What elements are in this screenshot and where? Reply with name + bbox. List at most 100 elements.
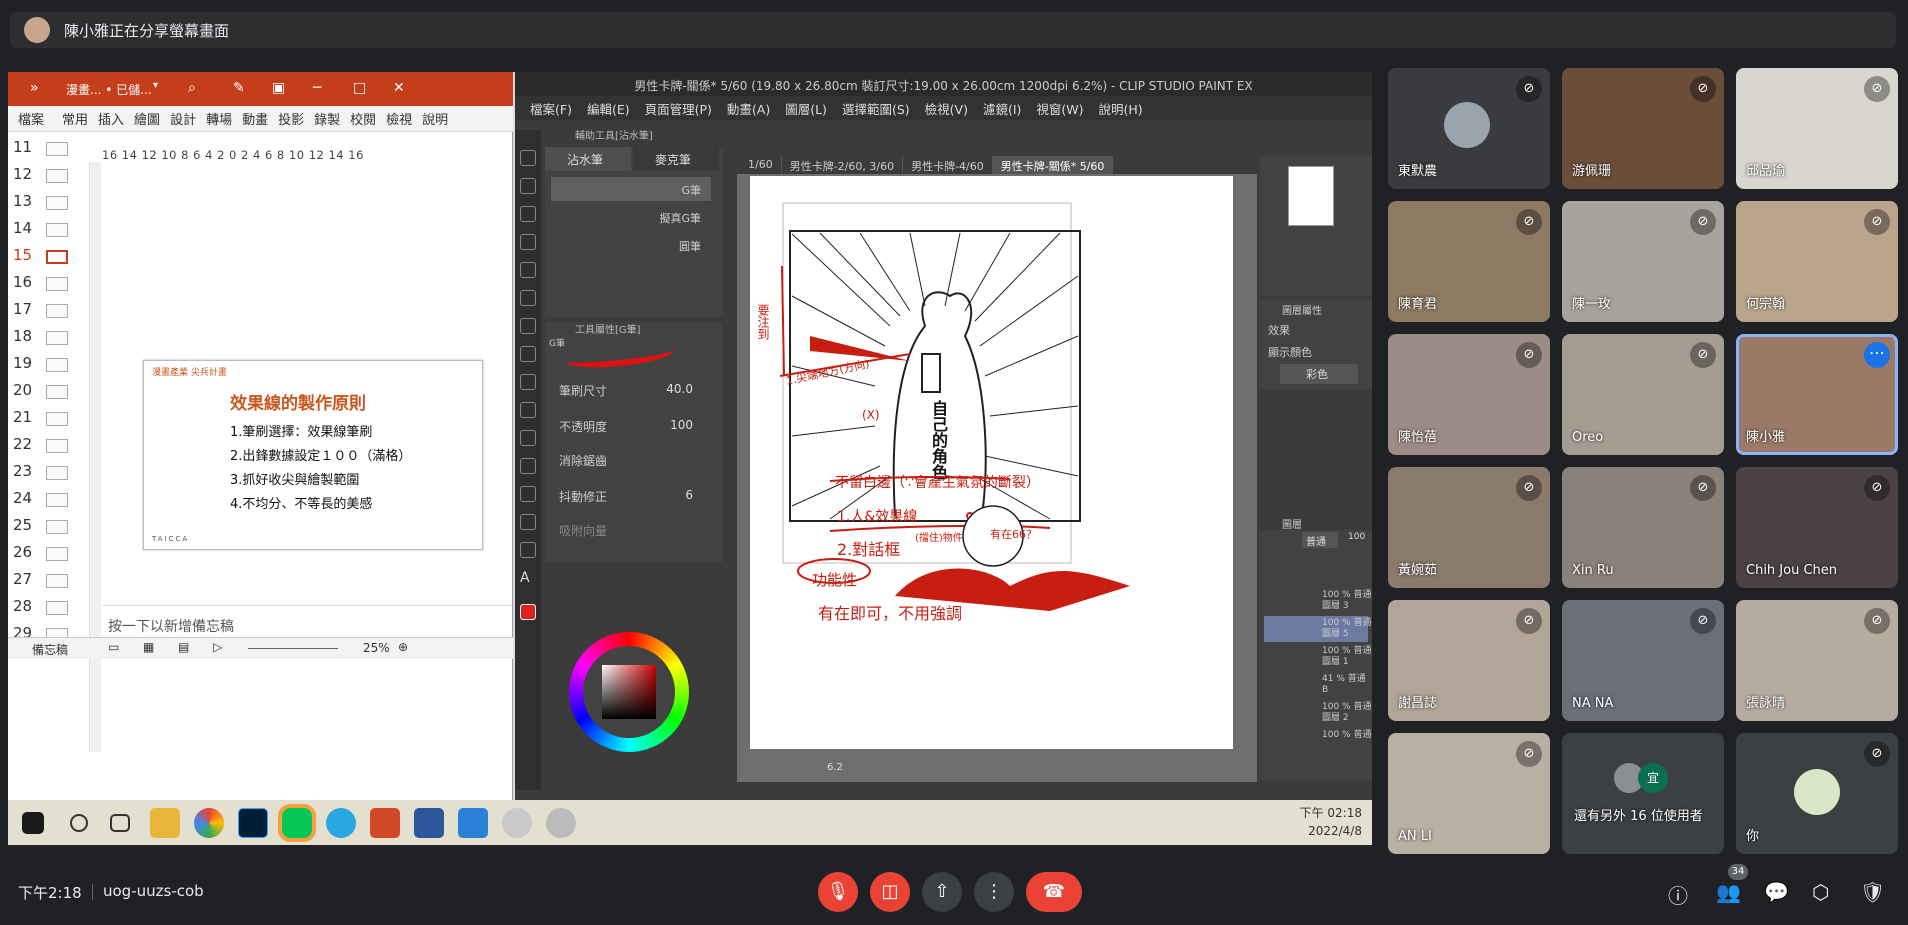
ribbon-tab[interactable]: 說明 bbox=[422, 109, 448, 128]
figure-icon[interactable] bbox=[520, 486, 536, 502]
pencil-tool-icon[interactable] bbox=[520, 318, 536, 334]
chevron-down-icon[interactable]: ▾ bbox=[153, 80, 158, 91]
clip-studio-icon[interactable] bbox=[502, 807, 532, 838]
chrome-icon[interactable] bbox=[194, 807, 224, 838]
present-button[interactable]: ⇧ bbox=[922, 872, 962, 912]
layer-row[interactable]: 100 % 普通 圖層 1 bbox=[1264, 644, 1371, 670]
more-options-icon[interactable]: ⋯ bbox=[1864, 342, 1890, 368]
ruler-icon[interactable] bbox=[520, 542, 536, 558]
slide-thumb[interactable]: 22 bbox=[8, 433, 88, 459]
brush-item[interactable]: 圓筆 bbox=[551, 233, 711, 257]
task-view-icon[interactable] bbox=[110, 813, 130, 832]
minimize-icon[interactable]: ─ bbox=[313, 80, 321, 96]
color-wheel[interactable] bbox=[569, 632, 689, 752]
canvas-area[interactable]: 自己的角色 1.尖端地方(方向) (X) 要注到 不留白邊（∵會產生氣氛的斷裂）… bbox=[737, 174, 1257, 782]
slide-thumb[interactable]: 27 bbox=[8, 568, 88, 594]
brush-tool-icon[interactable] bbox=[520, 346, 536, 362]
move-tool-icon[interactable] bbox=[520, 178, 536, 194]
subtool-tab[interactable]: 麥克筆 bbox=[633, 147, 719, 171]
ribbon-display-icon[interactable]: ▣ bbox=[272, 80, 285, 96]
prop-stabilization[interactable]: 抖動修正 6 bbox=[559, 488, 719, 505]
fit-slide-icon[interactable]: ⊕ bbox=[398, 640, 408, 654]
photoshop-icon[interactable] bbox=[238, 807, 268, 838]
csp-menu-item[interactable]: 說明(H) bbox=[1099, 99, 1143, 118]
close-icon[interactable]: ✕ bbox=[393, 80, 405, 96]
layer-row[interactable]: 100 % 普通 圖層 3 bbox=[1264, 588, 1371, 614]
slide-thumb[interactable]: 11 bbox=[8, 136, 88, 162]
slide-thumb[interactable]: 19 bbox=[8, 352, 88, 378]
ribbon-tab[interactable]: 繪圖 bbox=[134, 109, 160, 128]
participant-tile[interactable]: ⊘ 黃婉茹 bbox=[1388, 467, 1550, 588]
display-color-select[interactable]: 彩色 bbox=[1280, 364, 1358, 384]
ribbon-tab[interactable]: 動畫 bbox=[242, 109, 268, 128]
csp-menu-item[interactable]: 頁面管理(P) bbox=[645, 99, 712, 118]
meeting-info-icon[interactable]: ⓘ bbox=[1668, 880, 1688, 909]
slide-thumb[interactable]: 28 bbox=[8, 595, 88, 621]
lasso-tool-icon[interactable] bbox=[520, 234, 536, 250]
ribbon-tab[interactable]: 插入 bbox=[98, 109, 124, 128]
slide-thumb-current[interactable]: 15 bbox=[8, 244, 88, 270]
participant-tile[interactable]: ⊘ 陳怡蓓 bbox=[1388, 334, 1550, 455]
csp-menu-item[interactable]: 編輯(E) bbox=[587, 99, 630, 118]
participant-tile[interactable]: ⊘ Chih Jou Chen bbox=[1736, 467, 1898, 588]
layer-row[interactable]: 100 % 普通 圖層 2 bbox=[1264, 700, 1371, 726]
prop-opacity[interactable]: 不透明度 100 bbox=[559, 418, 719, 435]
airbrush-icon[interactable] bbox=[520, 374, 536, 390]
manga-page[interactable]: 自己的角色 1.尖端地方(方向) (X) 要注到 不留白邊（∵會產生氣氛的斷裂）… bbox=[750, 176, 1233, 749]
reading-view-icon[interactable]: ▤ bbox=[178, 640, 189, 654]
ribbon-tab[interactable]: 檢視 bbox=[386, 109, 412, 128]
ribbon-tab[interactable]: 投影 bbox=[278, 109, 304, 128]
start-icon[interactable] bbox=[22, 811, 44, 834]
host-controls-icon[interactable]: 🛡 bbox=[1860, 880, 1885, 904]
camera-toggle-button[interactable]: ◫ bbox=[870, 872, 910, 912]
slide-thumb[interactable]: 12 bbox=[8, 163, 88, 189]
layer-opacity[interactable]: 100 bbox=[1348, 532, 1365, 542]
meeting-code[interactable]: uog-uuzs-cob bbox=[103, 882, 204, 900]
csp-menu-item[interactable]: 濾鏡(I) bbox=[983, 99, 1021, 118]
participant-tile[interactable]: ⊘ 陳育君 bbox=[1388, 201, 1550, 322]
mic-toggle-button[interactable]: 🎙 bbox=[818, 872, 858, 912]
canvas-tab[interactable]: 男性卡牌-2/60, 3/60 bbox=[782, 156, 904, 174]
pen-icon[interactable]: ✎ bbox=[233, 80, 245, 96]
slide-thumb[interactable]: 16 bbox=[8, 271, 88, 297]
normal-view-icon[interactable]: ▭ bbox=[108, 640, 119, 654]
ribbon-tab[interactable]: 常用 bbox=[62, 109, 88, 128]
participant-tile[interactable]: ⊘ Xin Ru bbox=[1562, 467, 1724, 588]
csp-menu-item[interactable]: 圖層(L) bbox=[785, 99, 827, 118]
participant-tile[interactable]: ⊘ NA NA bbox=[1562, 600, 1724, 721]
participant-tile[interactable]: ⊘ 張詠晴 bbox=[1736, 600, 1898, 721]
slide-thumb[interactable]: 17 bbox=[8, 298, 88, 324]
slide-thumb[interactable]: 25 bbox=[8, 514, 88, 540]
activities-icon[interactable]: ⬡ bbox=[1812, 880, 1829, 904]
prop-antialias[interactable]: 消除鋸齒 bbox=[559, 452, 719, 469]
brush-item[interactable]: G筆 bbox=[551, 177, 711, 201]
select-tool-icon[interactable] bbox=[520, 206, 536, 222]
slide-thumb[interactable]: 20 bbox=[8, 379, 88, 405]
quick-access-icon[interactable]: » bbox=[30, 80, 39, 96]
blend-mode-select[interactable]: 普通 bbox=[1302, 532, 1338, 548]
zoom-tool-icon[interactable] bbox=[520, 150, 536, 166]
csp-menu-item[interactable]: 動畫(A) bbox=[727, 99, 770, 118]
participant-tile[interactable]: ⊘ 東默農 bbox=[1388, 68, 1550, 189]
ribbon-tab[interactable]: 轉場 bbox=[206, 109, 232, 128]
navigator-thumbnail[interactable] bbox=[1288, 166, 1334, 226]
clip-studio-paint-icon[interactable] bbox=[546, 807, 576, 838]
notes-toggle[interactable]: 備忘稿 bbox=[32, 641, 68, 658]
search-icon[interactable] bbox=[70, 813, 88, 832]
gradient-icon[interactable] bbox=[520, 458, 536, 474]
end-call-button[interactable]: ☎ bbox=[1026, 872, 1082, 912]
line-icon[interactable] bbox=[278, 803, 316, 842]
slideshow-icon[interactable]: ▷ bbox=[213, 640, 222, 654]
slide-thumb[interactable]: 24 bbox=[8, 487, 88, 513]
csp-menu-item[interactable]: 選擇範圍(S) bbox=[842, 99, 910, 118]
file-explorer-icon[interactable] bbox=[150, 807, 180, 838]
participant-tile[interactable]: ⊘ 邱品瑜 bbox=[1736, 68, 1898, 189]
prop-snap-vector[interactable]: 吸附向量 bbox=[559, 522, 719, 539]
photos-icon[interactable] bbox=[458, 807, 488, 838]
slide-thumb[interactable]: 14 bbox=[8, 217, 88, 243]
ribbon-tab[interactable]: 檔案 bbox=[18, 109, 44, 128]
eraser-icon[interactable] bbox=[520, 402, 536, 418]
canvas-zoom[interactable]: 6.2 bbox=[827, 762, 843, 773]
layer-row[interactable]: 100 % 普通 bbox=[1264, 728, 1371, 754]
layer-row[interactable]: 41 % 普通 B bbox=[1264, 672, 1368, 698]
